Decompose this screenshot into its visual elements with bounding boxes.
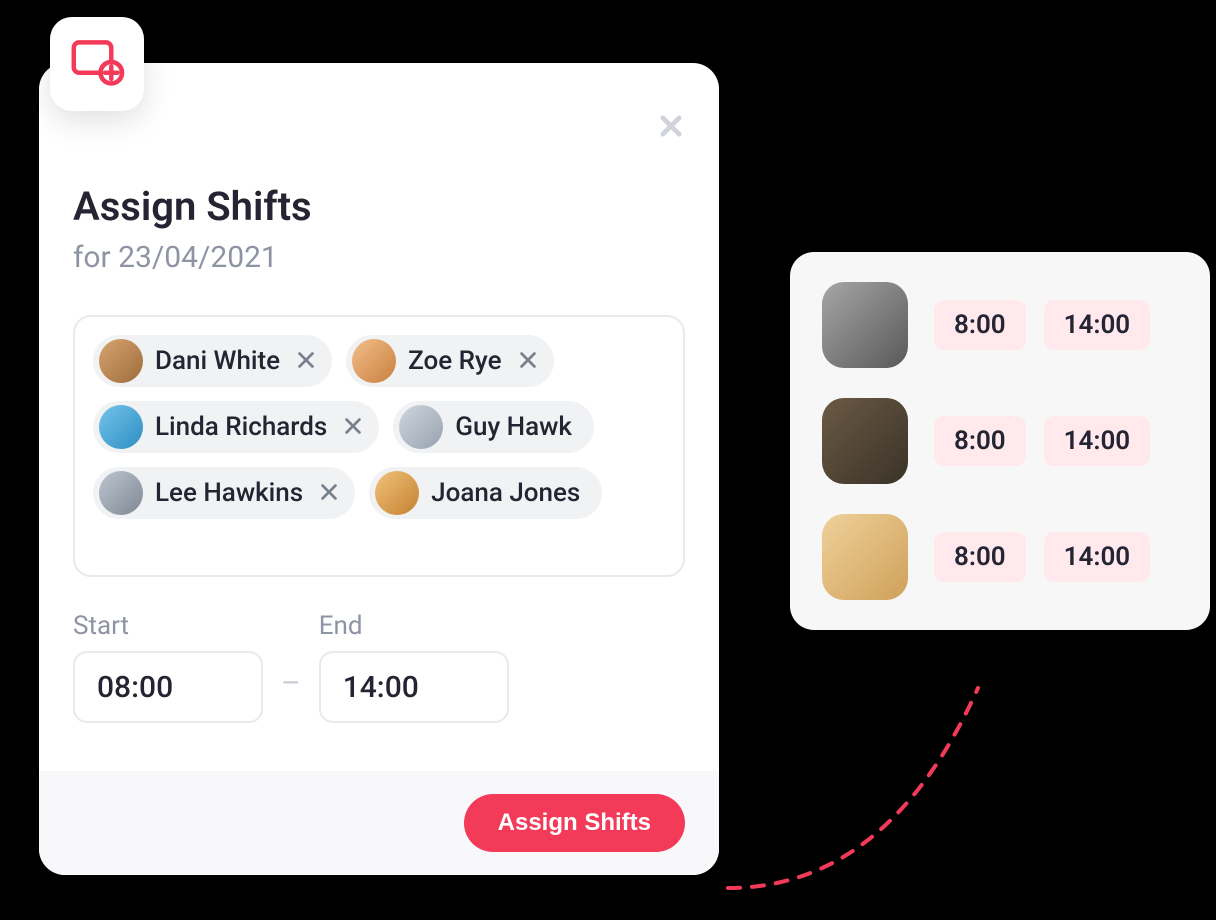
person-chip[interactable]: Joana Jones (369, 467, 602, 519)
preview-row: 8:00 14:00 (822, 514, 1178, 600)
avatar (99, 339, 143, 383)
time-range-dash: – (281, 666, 301, 723)
shift-end-pill: 14:00 (1044, 416, 1151, 466)
avatar (822, 514, 908, 600)
avatar (99, 471, 143, 515)
close-button[interactable] (651, 107, 691, 147)
close-icon (342, 415, 364, 440)
shift-start-pill: 8:00 (934, 532, 1026, 582)
start-label: Start (73, 611, 263, 641)
person-chip-label: Guy Hawk (455, 412, 572, 442)
remove-person-button[interactable] (516, 349, 540, 373)
avatar (822, 398, 908, 484)
close-icon (318, 481, 340, 506)
end-time-input[interactable] (319, 651, 509, 723)
avatar (399, 405, 443, 449)
shift-start-pill: 8:00 (934, 300, 1026, 350)
person-chip-label: Dani White (155, 346, 280, 376)
person-chip[interactable]: Linda Richards (93, 401, 379, 453)
avatar (822, 282, 908, 368)
end-label: End (319, 611, 509, 641)
close-icon (295, 349, 317, 374)
close-icon (657, 112, 685, 143)
preview-times: 8:00 14:00 (934, 532, 1150, 582)
person-chip-label: Linda Richards (155, 412, 327, 442)
remove-person-button[interactable] (317, 481, 341, 505)
shift-preview-card: 8:00 14:00 8:00 14:00 8:00 14:00 (790, 252, 1210, 630)
preview-row: 8:00 14:00 (822, 398, 1178, 484)
avatar (99, 405, 143, 449)
remove-person-button[interactable] (341, 415, 365, 439)
person-chip[interactable]: Dani White (93, 335, 332, 387)
close-icon (517, 349, 539, 374)
person-chip[interactable]: Zoe Rye (346, 335, 553, 387)
preview-times: 8:00 14:00 (934, 416, 1150, 466)
avatar (375, 471, 419, 515)
modal-title: Assign Shifts (73, 183, 685, 230)
shift-start-pill: 8:00 (934, 416, 1026, 466)
shift-end-pill: 14:00 (1044, 300, 1151, 350)
modal-footer: Assign Shifts (39, 771, 719, 875)
avatar (352, 339, 396, 383)
person-chip[interactable]: Guy Hawk (393, 401, 594, 453)
preview-times: 8:00 14:00 (934, 300, 1150, 350)
remove-person-button[interactable] (294, 349, 318, 373)
people-selector[interactable]: Dani White Zoe Rye Linda Richards Guy Hawk L… (73, 315, 685, 577)
modal-subtitle: for 23/04/2021 (73, 240, 685, 275)
time-range-row: Start – End (73, 611, 685, 723)
person-chip[interactable]: Lee Hawkins (93, 467, 355, 519)
person-chip-label: Joana Jones (431, 478, 580, 508)
add-shift-icon (68, 37, 126, 91)
preview-row: 8:00 14:00 (822, 282, 1178, 368)
start-time-input[interactable] (73, 651, 263, 723)
shift-end-pill: 14:00 (1044, 532, 1151, 582)
person-chip-label: Zoe Rye (408, 346, 501, 376)
assign-button[interactable]: Assign Shifts (464, 794, 685, 852)
connector-curve (718, 678, 1018, 898)
person-chip-label: Lee Hawkins (155, 478, 303, 508)
assign-shifts-modal: Assign Shifts for 23/04/2021 Dani White Z… (39, 63, 719, 875)
add-shift-badge (50, 17, 144, 111)
